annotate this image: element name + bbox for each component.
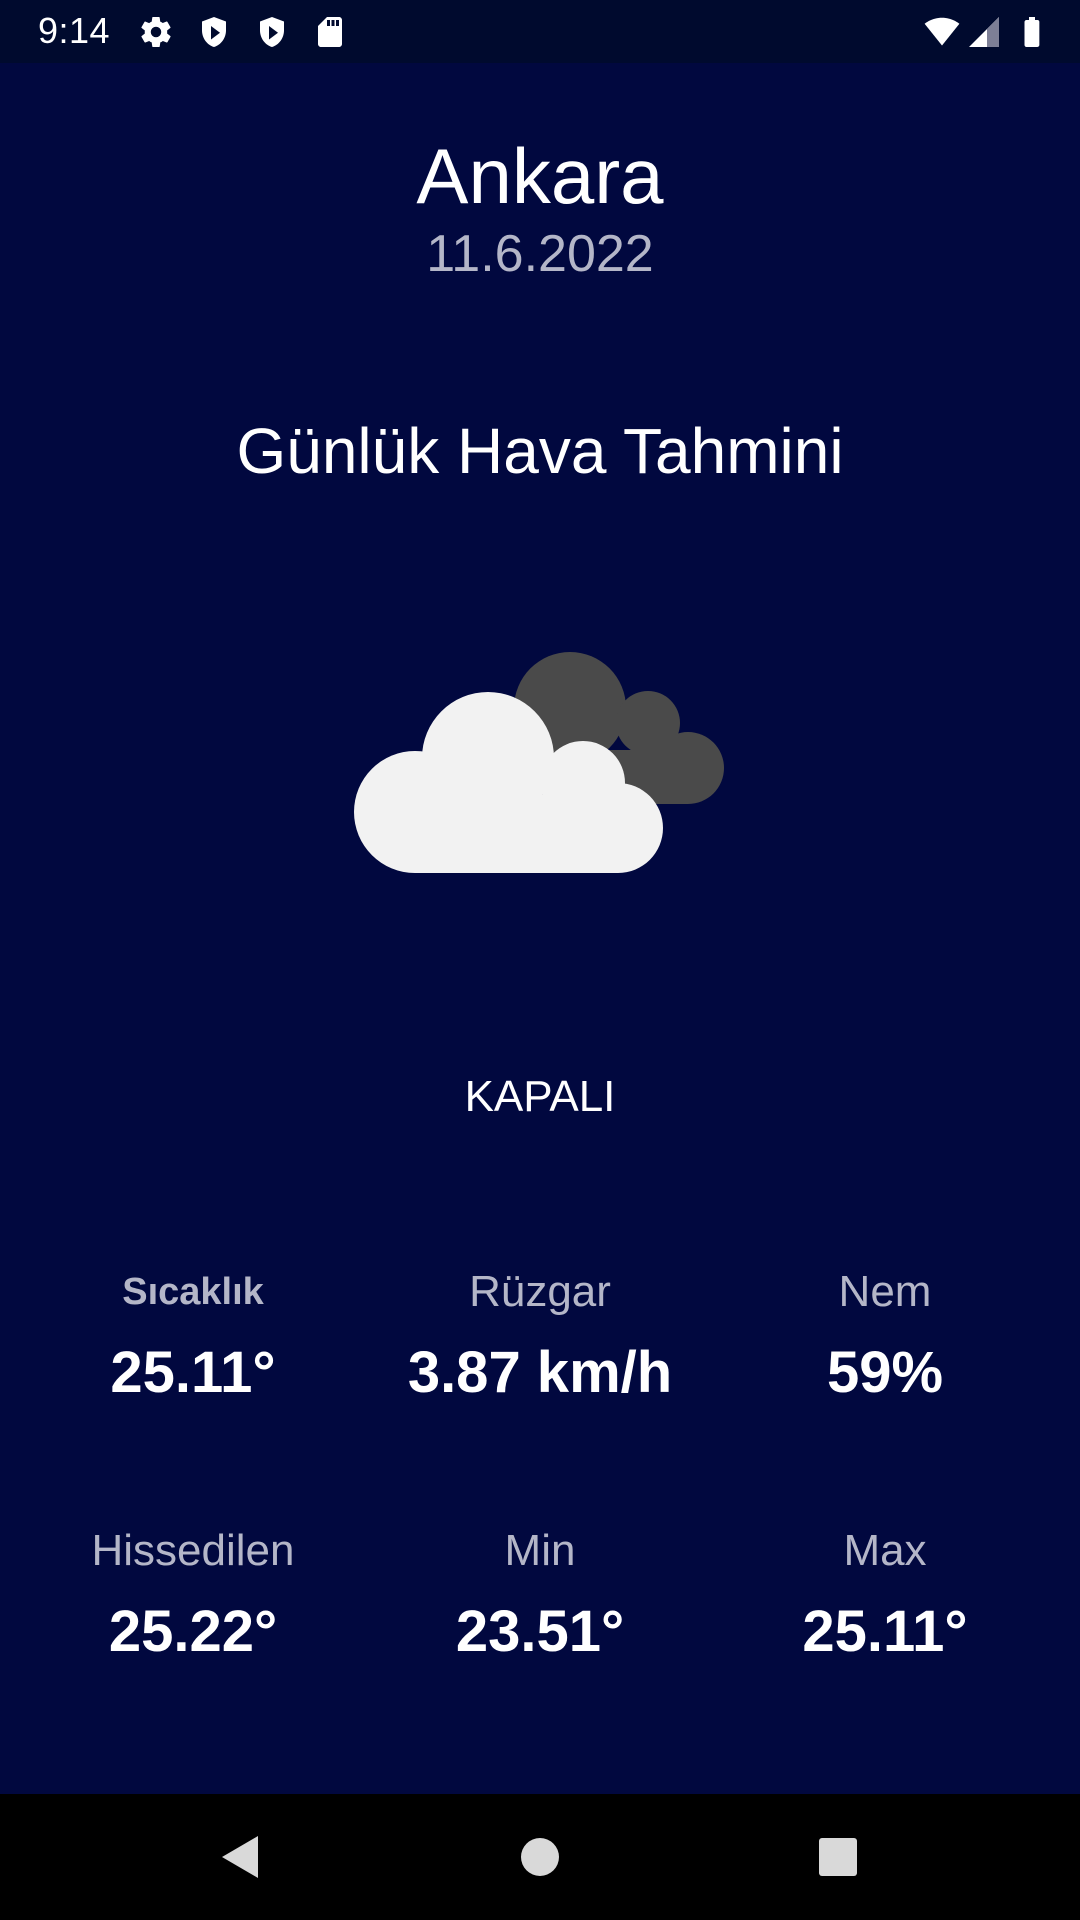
max-temp-value: 25.11°	[802, 1599, 968, 1664]
wind-label: Rüzgar	[469, 1267, 611, 1316]
home-icon[interactable]	[510, 1827, 570, 1887]
weather-condition: KAPALI	[464, 1072, 616, 1121]
navigation-bar	[0, 1794, 1080, 1920]
max-temp-label: Max	[843, 1526, 927, 1575]
wifi-icon	[924, 14, 960, 50]
feels-like-value: 25.22°	[108, 1599, 278, 1664]
shield-icon	[196, 14, 232, 50]
temperature-value: 25.11°	[110, 1340, 276, 1405]
temperature-stat: Sıcaklık 25.11°	[20, 1266, 366, 1406]
city-name: Ankara	[416, 132, 664, 220]
humidity-stat: Nem 59%	[712, 1266, 1058, 1406]
settings-icon	[138, 14, 174, 50]
temperature-label: Sıcaklık	[122, 1271, 264, 1313]
min-temp-value: 23.51°	[455, 1599, 625, 1664]
cell-signal-icon	[966, 14, 1002, 50]
wind-value: 3.87 km/h	[407, 1340, 673, 1405]
status-bar: 9:14	[0, 0, 1080, 63]
cloudy-icon	[348, 630, 728, 880]
humidity-label: Nem	[838, 1267, 932, 1316]
recents-icon[interactable]	[808, 1827, 868, 1887]
page-title: Günlük Hava Tahmini	[236, 415, 844, 487]
min-temp-label: Min	[504, 1526, 576, 1575]
humidity-value: 59%	[826, 1340, 944, 1405]
feels-like-stat: Hissedilen 25.22°	[20, 1525, 366, 1665]
wind-stat: Rüzgar 3.87 km/h	[367, 1266, 713, 1406]
feels-like-label: Hissedilen	[91, 1526, 295, 1575]
min-temp-stat: Min 23.51°	[367, 1525, 713, 1665]
back-icon[interactable]	[210, 1827, 270, 1887]
shield-icon	[254, 14, 290, 50]
max-temp-stat: Max 25.11°	[712, 1525, 1058, 1665]
sd-card-icon	[312, 14, 348, 50]
status-time: 9:14	[38, 10, 111, 51]
battery-icon	[1014, 14, 1050, 50]
forecast-date: 11.6.2022	[426, 225, 654, 283]
